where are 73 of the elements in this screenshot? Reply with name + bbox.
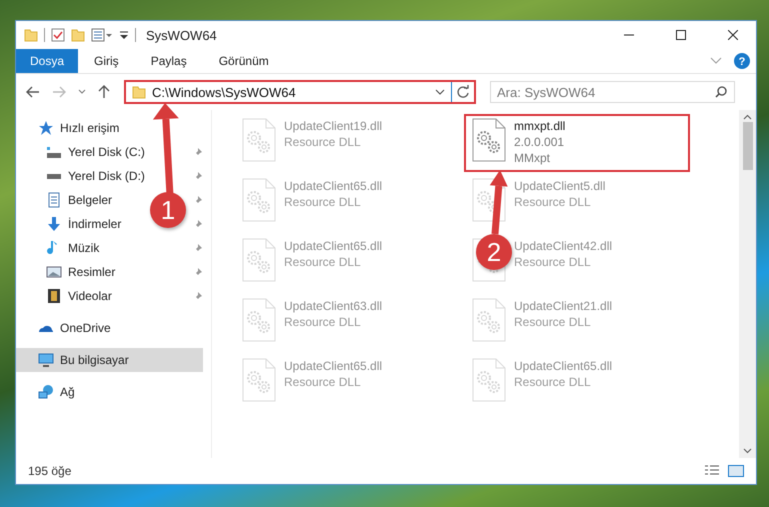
- sidebar-item[interactable]: İndirmeler: [16, 212, 130, 236]
- address-bar[interactable]: C:\Windows\SysWOW64: [124, 80, 476, 104]
- file-detail: Resource DLL: [514, 374, 592, 390]
- file-detail: Resource DLL: [284, 374, 362, 390]
- chevron-down-icon[interactable]: [78, 89, 86, 95]
- ribbon-tab[interactable]: Görünüm: [202, 49, 285, 73]
- file-name: UpdateClient63.dll: [284, 298, 382, 314]
- details-view-icon[interactable]: [704, 465, 720, 477]
- checkbox-icon[interactable]: [51, 28, 65, 42]
- ribbon-tab[interactable]: Dosya: [16, 49, 78, 73]
- file-detail: Resource DLL: [284, 314, 362, 330]
- folder-icon: [132, 85, 146, 99]
- file-detail: Resource DLL: [514, 314, 592, 330]
- sidebar-item[interactable]: Videolar: [16, 284, 120, 308]
- file-detail: MMxpt: [514, 150, 551, 166]
- file-gears-icon: [472, 118, 506, 162]
- sidebar-item[interactable]: Belgeler: [16, 188, 120, 212]
- dropdown-icon[interactable]: [119, 29, 129, 41]
- chevron-down-icon[interactable]: [435, 89, 445, 95]
- sidebar-item[interactable]: Resimler: [16, 260, 124, 284]
- file-name: mmxpt.dll: [514, 118, 566, 134]
- picture-icon: [46, 264, 62, 280]
- document-icon: [46, 192, 62, 208]
- file-detail: 2.0.0.001: [514, 134, 566, 150]
- network-icon: [38, 384, 54, 400]
- drive-icon: [46, 146, 62, 158]
- item-count: 195 öğe: [28, 464, 72, 478]
- back-arrow-icon[interactable]: [26, 86, 40, 98]
- folder-icon: [24, 28, 38, 42]
- file-name: UpdateClient21.dll: [514, 298, 612, 314]
- sidebar-item[interactable]: Müzik: [16, 236, 108, 260]
- search-field[interactable]: Ara: SysWOW64: [490, 81, 735, 103]
- sidebar-item[interactable]: Yerel Disk (D:): [16, 164, 153, 188]
- file-detail: Resource DLL: [514, 254, 592, 270]
- file-name: UpdateClient42.dll: [514, 238, 612, 254]
- close-icon[interactable]: [728, 30, 738, 40]
- film-icon: [46, 288, 62, 304]
- file-detail: Resource DLL: [284, 254, 362, 270]
- folder-icon: [71, 28, 85, 42]
- star-icon: [38, 120, 54, 136]
- sidebar-item[interactable]: Hızlı erişim: [16, 116, 128, 140]
- up-arrow-icon[interactable]: [98, 85, 110, 99]
- sidebar-item[interactable]: Bu bilgisayar: [16, 348, 203, 372]
- monitor-icon: [38, 352, 54, 368]
- properties-icon[interactable]: [91, 28, 113, 42]
- file-name: UpdateClient65.dll: [514, 358, 612, 374]
- file-item-highlight[interactable]: mmxpt.dll 2.0.0.001 MMxpt: [464, 114, 690, 172]
- window-title: SysWOW64: [146, 28, 218, 42]
- download-arrow-icon: [46, 216, 62, 232]
- sidebar-item[interactable]: Ağ: [16, 380, 83, 404]
- large-icons-view-icon[interactable]: [728, 465, 744, 477]
- file-name: UpdateClient19.dll: [284, 118, 382, 134]
- file-name: UpdateClient65.dll: [284, 238, 382, 254]
- search-icon: [715, 86, 727, 98]
- arrow: [490, 170, 508, 234]
- scroll-up-icon[interactable]: [743, 114, 752, 120]
- file-name: UpdateClient65.dll: [284, 358, 382, 374]
- help-icon[interactable]: ?: [734, 53, 750, 69]
- sidebar-item[interactable]: OneDrive: [16, 316, 119, 340]
- scrollbar-thumb[interactable]: [742, 122, 752, 170]
- file-name: UpdateClient5.dll: [514, 178, 606, 194]
- refresh-icon[interactable]: [456, 85, 470, 99]
- scroll-down-icon[interactable]: [743, 448, 752, 454]
- ribbon-tab[interactable]: Paylaş: [134, 49, 203, 73]
- ribbon-tab[interactable]: Giriş: [78, 49, 135, 73]
- file-detail: Resource DLL: [284, 194, 362, 210]
- sidebar-item[interactable]: Yerel Disk (C:): [16, 140, 153, 164]
- file-detail: Resource DLL: [284, 134, 362, 150]
- scrollbar[interactable]: [739, 110, 756, 458]
- file-detail: Resource DLL: [514, 194, 592, 210]
- file-name: UpdateClient65.dll: [284, 178, 382, 194]
- drive-icon: [46, 172, 62, 180]
- maximize-icon[interactable]: [676, 30, 686, 40]
